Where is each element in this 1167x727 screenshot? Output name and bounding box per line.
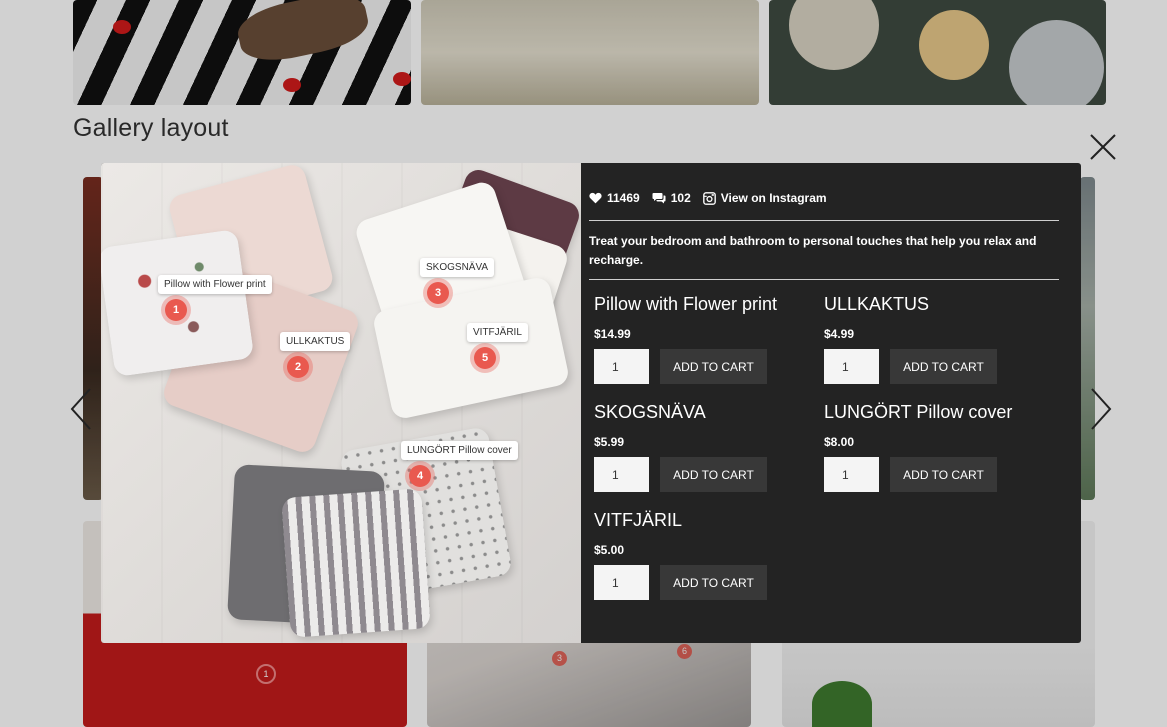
chevron-right-icon bbox=[1091, 388, 1112, 430]
product-card: ULLKAKTUS $4.99 ADD TO CART bbox=[824, 294, 1049, 384]
product-price: $5.00 bbox=[594, 543, 625, 557]
hotspot-marker-5[interactable]: 5 bbox=[474, 347, 496, 369]
quantity-input[interactable] bbox=[824, 457, 879, 492]
chevron-left-icon bbox=[70, 388, 91, 430]
product-name[interactable]: ULLKAKTUS bbox=[824, 294, 1049, 315]
hotspot-marker-1[interactable]: 1 bbox=[165, 299, 187, 321]
next-button[interactable] bbox=[1090, 388, 1112, 430]
hotspot-tag-5: VITFJÄRIL bbox=[467, 323, 528, 342]
add-to-cart-button[interactable]: ADD TO CART bbox=[890, 457, 997, 492]
product-card: LUNGÖRT Pillow cover $8.00 ADD TO CART bbox=[824, 402, 1049, 492]
add-to-cart-button[interactable]: ADD TO CART bbox=[890, 349, 997, 384]
close-icon bbox=[1090, 134, 1116, 160]
hotspot-marker-2[interactable]: 2 bbox=[287, 356, 309, 378]
add-to-cart-button[interactable]: ADD TO CART bbox=[660, 349, 767, 384]
quantity-input[interactable] bbox=[594, 349, 649, 384]
product-price: $5.99 bbox=[594, 435, 625, 449]
product-panel: 11469 102 View on Instagram Treat your b… bbox=[581, 163, 1081, 643]
hotspot-tag-4: LUNGÖRT Pillow cover bbox=[401, 441, 518, 460]
product-name[interactable]: LUNGÖRT Pillow cover bbox=[824, 402, 1049, 423]
lightbox-photo: Pillow with Flower print 1 ULLKAKTUS 2 S… bbox=[101, 163, 581, 643]
add-to-cart-button[interactable]: ADD TO CART bbox=[660, 457, 767, 492]
product-name[interactable]: SKOGSNÄVA bbox=[594, 402, 819, 423]
product-name[interactable]: Pillow with Flower print bbox=[594, 294, 819, 315]
product-card: Pillow with Flower print $14.99 ADD TO C… bbox=[594, 294, 819, 384]
close-button[interactable] bbox=[1088, 132, 1118, 162]
post-stats: 11469 102 View on Instagram bbox=[589, 191, 839, 205]
quantity-input[interactable] bbox=[824, 349, 879, 384]
divider bbox=[589, 279, 1059, 280]
instagram-icon bbox=[702, 191, 716, 205]
quantity-input[interactable] bbox=[594, 565, 649, 600]
hotspot-marker-4[interactable]: 4 bbox=[409, 465, 431, 487]
quantity-input[interactable] bbox=[594, 457, 649, 492]
product-price: $4.99 bbox=[824, 327, 855, 341]
hotspot-tag-2: ULLKAKTUS bbox=[280, 332, 351, 351]
lightbox-modal: Pillow with Flower print 1 ULLKAKTUS 2 S… bbox=[101, 163, 1081, 643]
view-on-instagram-link[interactable]: View on Instagram bbox=[702, 191, 827, 205]
add-to-cart-button[interactable]: ADD TO CART bbox=[660, 565, 767, 600]
hotspot-marker-3[interactable]: 3 bbox=[427, 282, 449, 304]
heart-icon bbox=[589, 192, 602, 204]
likes-count: 11469 bbox=[589, 191, 640, 205]
comments-count: 102 bbox=[652, 191, 691, 205]
product-price: $14.99 bbox=[594, 327, 631, 341]
divider bbox=[589, 220, 1059, 221]
comment-icon bbox=[652, 193, 666, 204]
product-name[interactable]: VITFJÄRIL bbox=[594, 510, 819, 531]
previous-button[interactable] bbox=[70, 388, 92, 430]
product-card: VITFJÄRIL $5.00 ADD TO CART bbox=[594, 510, 819, 600]
product-price: $8.00 bbox=[824, 435, 855, 449]
hotspot-tag-1: Pillow with Flower print bbox=[158, 275, 272, 294]
post-caption: Treat your bedroom and bathroom to perso… bbox=[589, 234, 1037, 267]
product-card: SKOGSNÄVA $5.99 ADD TO CART bbox=[594, 402, 819, 492]
hotspot-tag-3: SKOGSNÄVA bbox=[420, 258, 495, 277]
